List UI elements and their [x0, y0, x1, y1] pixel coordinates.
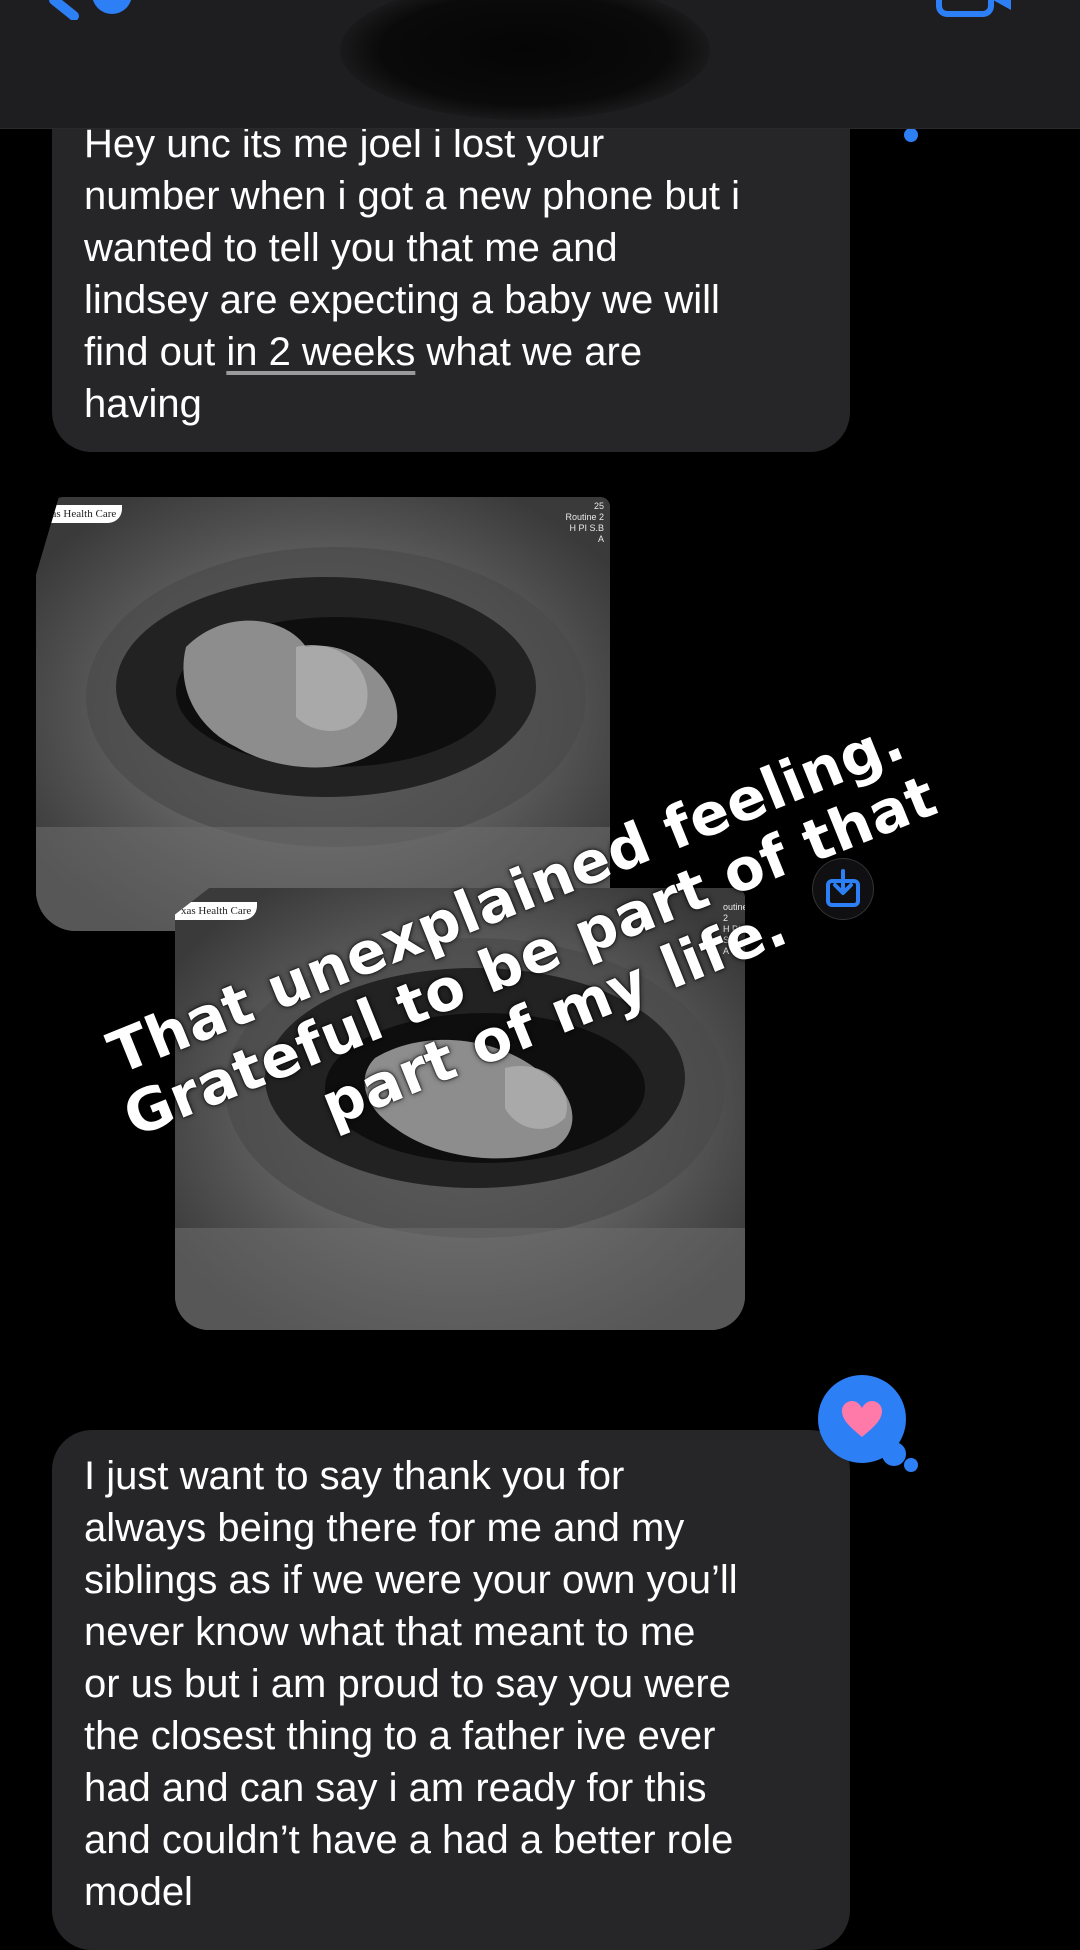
reaction-indicator-dot — [904, 1458, 918, 1472]
video-camera-icon[interactable] — [935, 0, 1015, 18]
ultrasound-clinic-label: xas Health Care — [40, 505, 123, 523]
contact-avatar[interactable] — [340, 0, 710, 120]
ultrasound-meta: 25 Routine 2 H PI S.B A — [565, 501, 604, 544]
message-bubble[interactable]: I just want to say thank you for always … — [52, 1430, 850, 1950]
message-bubble[interactable]: Hey unc its me joel i lost your number w… — [52, 110, 850, 452]
conversation-header — [0, 0, 1080, 129]
message-text: I just want to say thank you for always … — [84, 1454, 738, 1914]
chevron-left-icon[interactable] — [44, 0, 134, 20]
heart-reaction-badge[interactable] — [818, 1375, 906, 1463]
heart-icon — [842, 1401, 882, 1437]
reaction-indicator-dot — [904, 128, 918, 142]
date-link[interactable]: in 2 weeks — [226, 330, 415, 374]
